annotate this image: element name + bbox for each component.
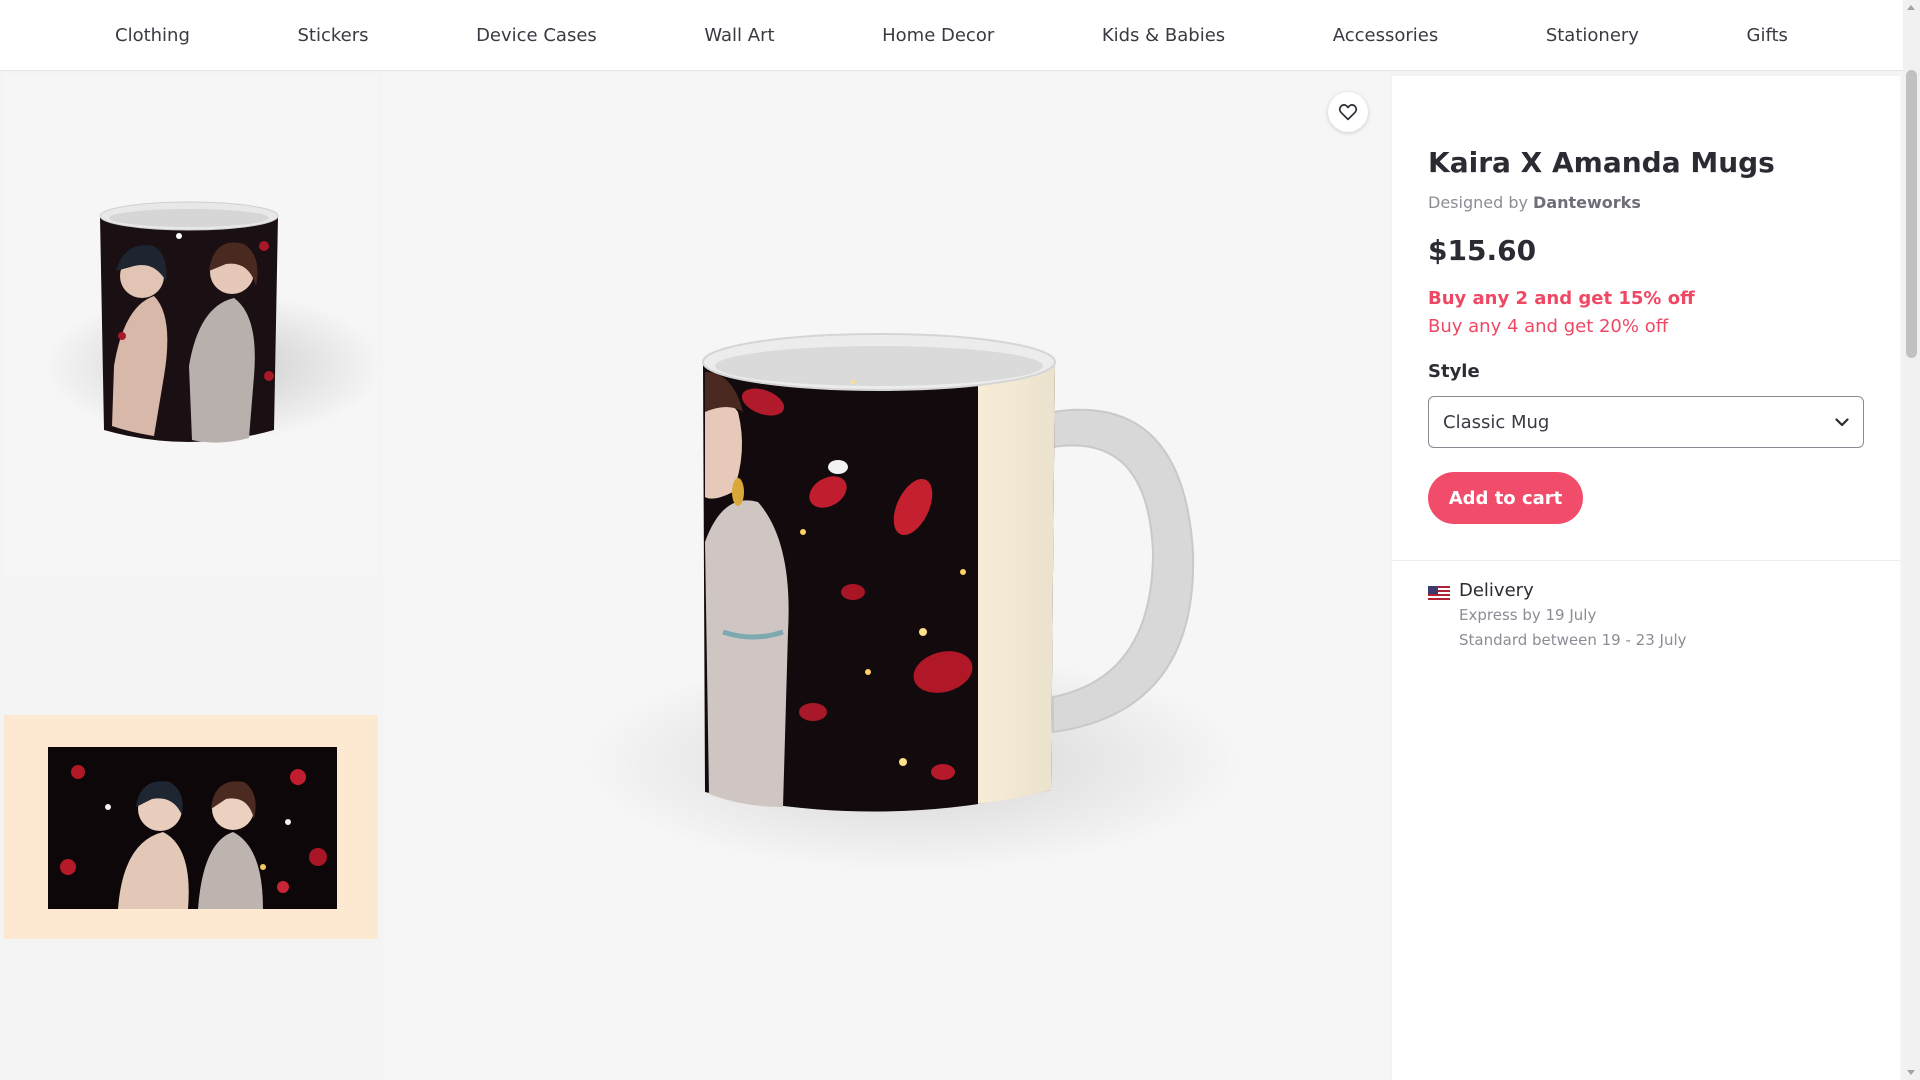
chevron-down-icon — [1835, 417, 1849, 426]
style-select[interactable]: Classic Mug — [1428, 396, 1864, 448]
scroll-down-icon[interactable] — [1907, 1070, 1915, 1075]
style-select-value: Classic Mug — [1443, 411, 1550, 433]
nav-item-stickers[interactable]: Stickers — [297, 25, 368, 46]
delivery-express: Express by 19 July — [1459, 606, 1597, 624]
nav-item-clothing[interactable]: Clothing — [115, 25, 190, 46]
nav-item-kids-babies[interactable]: Kids & Babies — [1102, 25, 1225, 46]
scrollbar-thumb[interactable] — [1906, 70, 1917, 358]
nav-item-wall-art[interactable]: Wall Art — [704, 25, 774, 46]
promo-offer-1: Buy any 2 and get 15% off — [1428, 288, 1695, 309]
add-to-cart-button[interactable]: Add to cart — [1428, 472, 1583, 524]
product-info-panel: Kaira X Amanda Mugs Designed by Dantewor… — [1392, 76, 1900, 1080]
artwork-thumbnail-image — [48, 747, 337, 909]
designer-link[interactable]: Danteworks — [1533, 193, 1641, 212]
nav-item-gifts[interactable]: Gifts — [1747, 25, 1788, 46]
thumbnail-list — [0, 72, 384, 1080]
delivery-standard: Standard between 19 - 23 July — [1459, 631, 1687, 649]
us-flag-icon — [1428, 586, 1450, 600]
thumbnail-artwork[interactable] — [4, 580, 378, 1080]
product-title: Kaira X Amanda Mugs — [1428, 146, 1775, 179]
delivery-title: Delivery — [1459, 580, 1534, 601]
nav-item-stationery[interactable]: Stationery — [1546, 25, 1639, 46]
designed-by-label: Designed by — [1428, 193, 1528, 212]
page-scrollbar[interactable] — [1903, 0, 1920, 1080]
promo-offer-2: Buy any 4 and get 20% off — [1428, 316, 1669, 337]
category-nav: Clothing Stickers Device Cases Wall Art … — [0, 0, 1903, 71]
mug-thumbnail-image — [44, 201, 384, 443]
scroll-up-icon[interactable] — [1907, 5, 1915, 10]
thumbnail-mug-front[interactable] — [4, 76, 384, 576]
main-product-image — [383, 72, 1390, 1080]
heart-icon — [1338, 104, 1358, 121]
mug-image — [583, 333, 1243, 872]
nav-item-home-decor[interactable]: Home Decor — [882, 25, 994, 46]
designer-line: Designed by Danteworks — [1428, 193, 1641, 212]
nav-item-device-cases[interactable]: Device Cases — [476, 25, 597, 46]
style-label: Style — [1428, 361, 1480, 382]
favorite-button[interactable] — [1328, 92, 1368, 132]
nav-item-accessories[interactable]: Accessories — [1333, 25, 1439, 46]
section-divider — [1392, 560, 1900, 561]
product-price: $15.60 — [1428, 234, 1537, 267]
